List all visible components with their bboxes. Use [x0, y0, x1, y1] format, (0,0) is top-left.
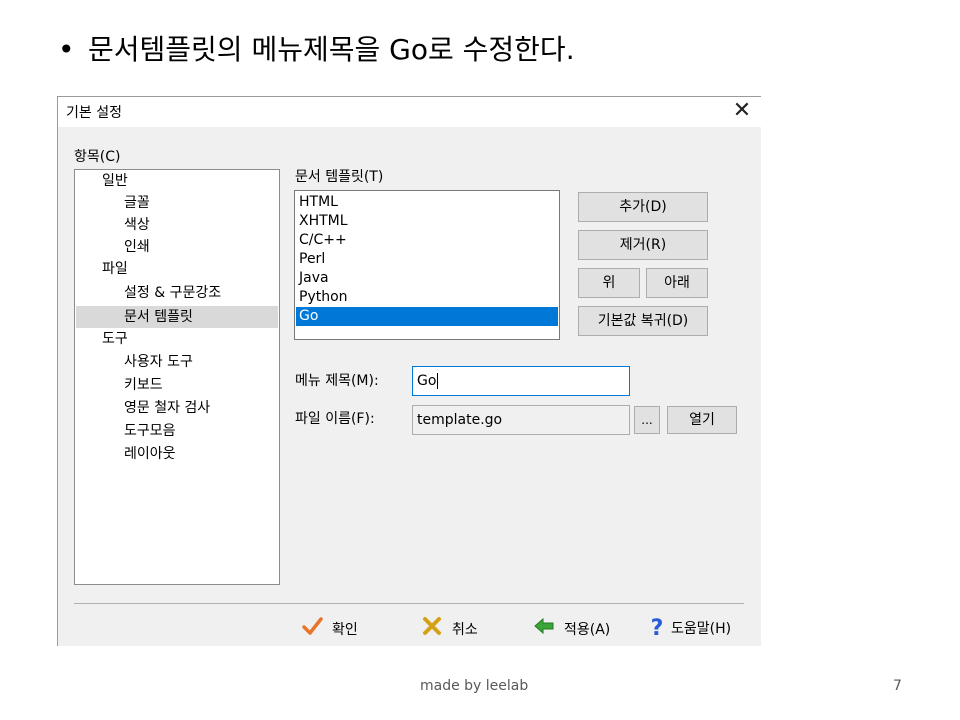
tree-item-tools[interactable]: 도구	[76, 328, 278, 350]
browse-button[interactable]: ...	[634, 406, 660, 434]
template-item-perl[interactable]: Perl	[296, 250, 558, 269]
add-button[interactable]: 추가(D)	[578, 192, 708, 222]
bullet-dot: •	[58, 33, 75, 66]
help-label: 도움말(H)	[671, 621, 732, 637]
cancel-label: 취소	[452, 621, 478, 638]
apply-label: 적용(A)	[564, 621, 611, 638]
templates-label: 문서 템플릿(T)	[295, 169, 384, 185]
remove-button[interactable]: 제거(R)	[578, 230, 708, 260]
tree-item-color[interactable]: 색상	[76, 214, 278, 236]
tree-item-doc-template[interactable]: 문서 템플릿	[76, 306, 278, 328]
template-item-xhtml[interactable]: XHTML	[296, 212, 558, 231]
ok-button[interactable]: 확인	[298, 615, 358, 643]
slide-footer: made by leelab	[420, 678, 529, 694]
menu-title-value: Go	[417, 373, 437, 389]
preferences-dialog: 기본 설정 ✕ 항목(C) 일반 글꼴 색상 인쇄 파일 설정 & 구문강조 문…	[57, 96, 761, 646]
tree-item-syntax[interactable]: 설정 & 구문강조	[76, 282, 278, 304]
slide-bullet: • 문서템플릿의 메뉴제목을 Go로 수정한다.	[58, 30, 575, 70]
tree-item-print[interactable]: 인쇄	[76, 236, 278, 258]
template-item-html[interactable]: HTML	[296, 193, 558, 212]
tree-item-keyboard[interactable]: 키보드	[76, 374, 278, 396]
template-item-java[interactable]: Java	[296, 269, 558, 288]
restore-defaults-button[interactable]: 기본값 복귀(D)	[578, 306, 708, 336]
tree-item-font[interactable]: 글꼴	[76, 192, 278, 214]
file-name-input[interactable]: template.go	[412, 405, 630, 435]
category-tree[interactable]: 일반 글꼴 색상 인쇄 파일 설정 & 구문강조 문서 템플릿 도구 사용자 도…	[74, 169, 280, 585]
x-icon	[418, 615, 446, 644]
page-number: 7	[893, 678, 902, 694]
apply-button[interactable]: 적용(A)	[530, 615, 610, 643]
question-icon: ?	[650, 616, 664, 641]
template-list[interactable]: HTML XHTML C/C++ Perl Java Python Go	[294, 190, 560, 340]
move-up-button[interactable]: 위	[578, 268, 640, 298]
menu-title-input[interactable]: Go	[412, 366, 630, 396]
tree-item-user-tools[interactable]: 사용자 도구	[76, 351, 278, 373]
help-button[interactable]: ? 도움말(H)	[643, 615, 731, 643]
check-icon	[298, 615, 326, 644]
close-icon[interactable]: ✕	[729, 98, 755, 124]
tree-item-layout[interactable]: 레이아웃	[76, 443, 278, 465]
open-button[interactable]: 열기	[667, 406, 737, 434]
template-item-go[interactable]: Go	[296, 307, 558, 326]
template-item-cpp[interactable]: C/C++	[296, 231, 558, 250]
cancel-button[interactable]: 취소	[418, 615, 478, 643]
file-name-label: 파일 이름(F):	[295, 411, 375, 427]
move-down-button[interactable]: 아래	[646, 268, 708, 298]
tree-item-spellcheck[interactable]: 영문 철자 검사	[76, 397, 278, 419]
tree-item-general[interactable]: 일반	[76, 170, 278, 192]
category-label: 항목(C)	[74, 149, 121, 165]
menu-title-label: 메뉴 제목(M):	[295, 373, 379, 389]
arrow-left-icon	[530, 615, 558, 644]
template-item-python[interactable]: Python	[296, 288, 558, 307]
dialog-title: 기본 설정	[66, 105, 122, 121]
dialog-titlebar: 기본 설정 ✕	[58, 97, 761, 127]
tree-item-toolbar[interactable]: 도구모음	[76, 420, 278, 442]
text-caret	[437, 373, 439, 389]
footer-separator	[74, 603, 744, 604]
slide-bullet-text: 문서템플릿의 메뉴제목을 Go로 수정한다.	[88, 33, 575, 66]
ok-label: 확인	[332, 621, 358, 638]
tree-item-file[interactable]: 파일	[76, 258, 278, 280]
